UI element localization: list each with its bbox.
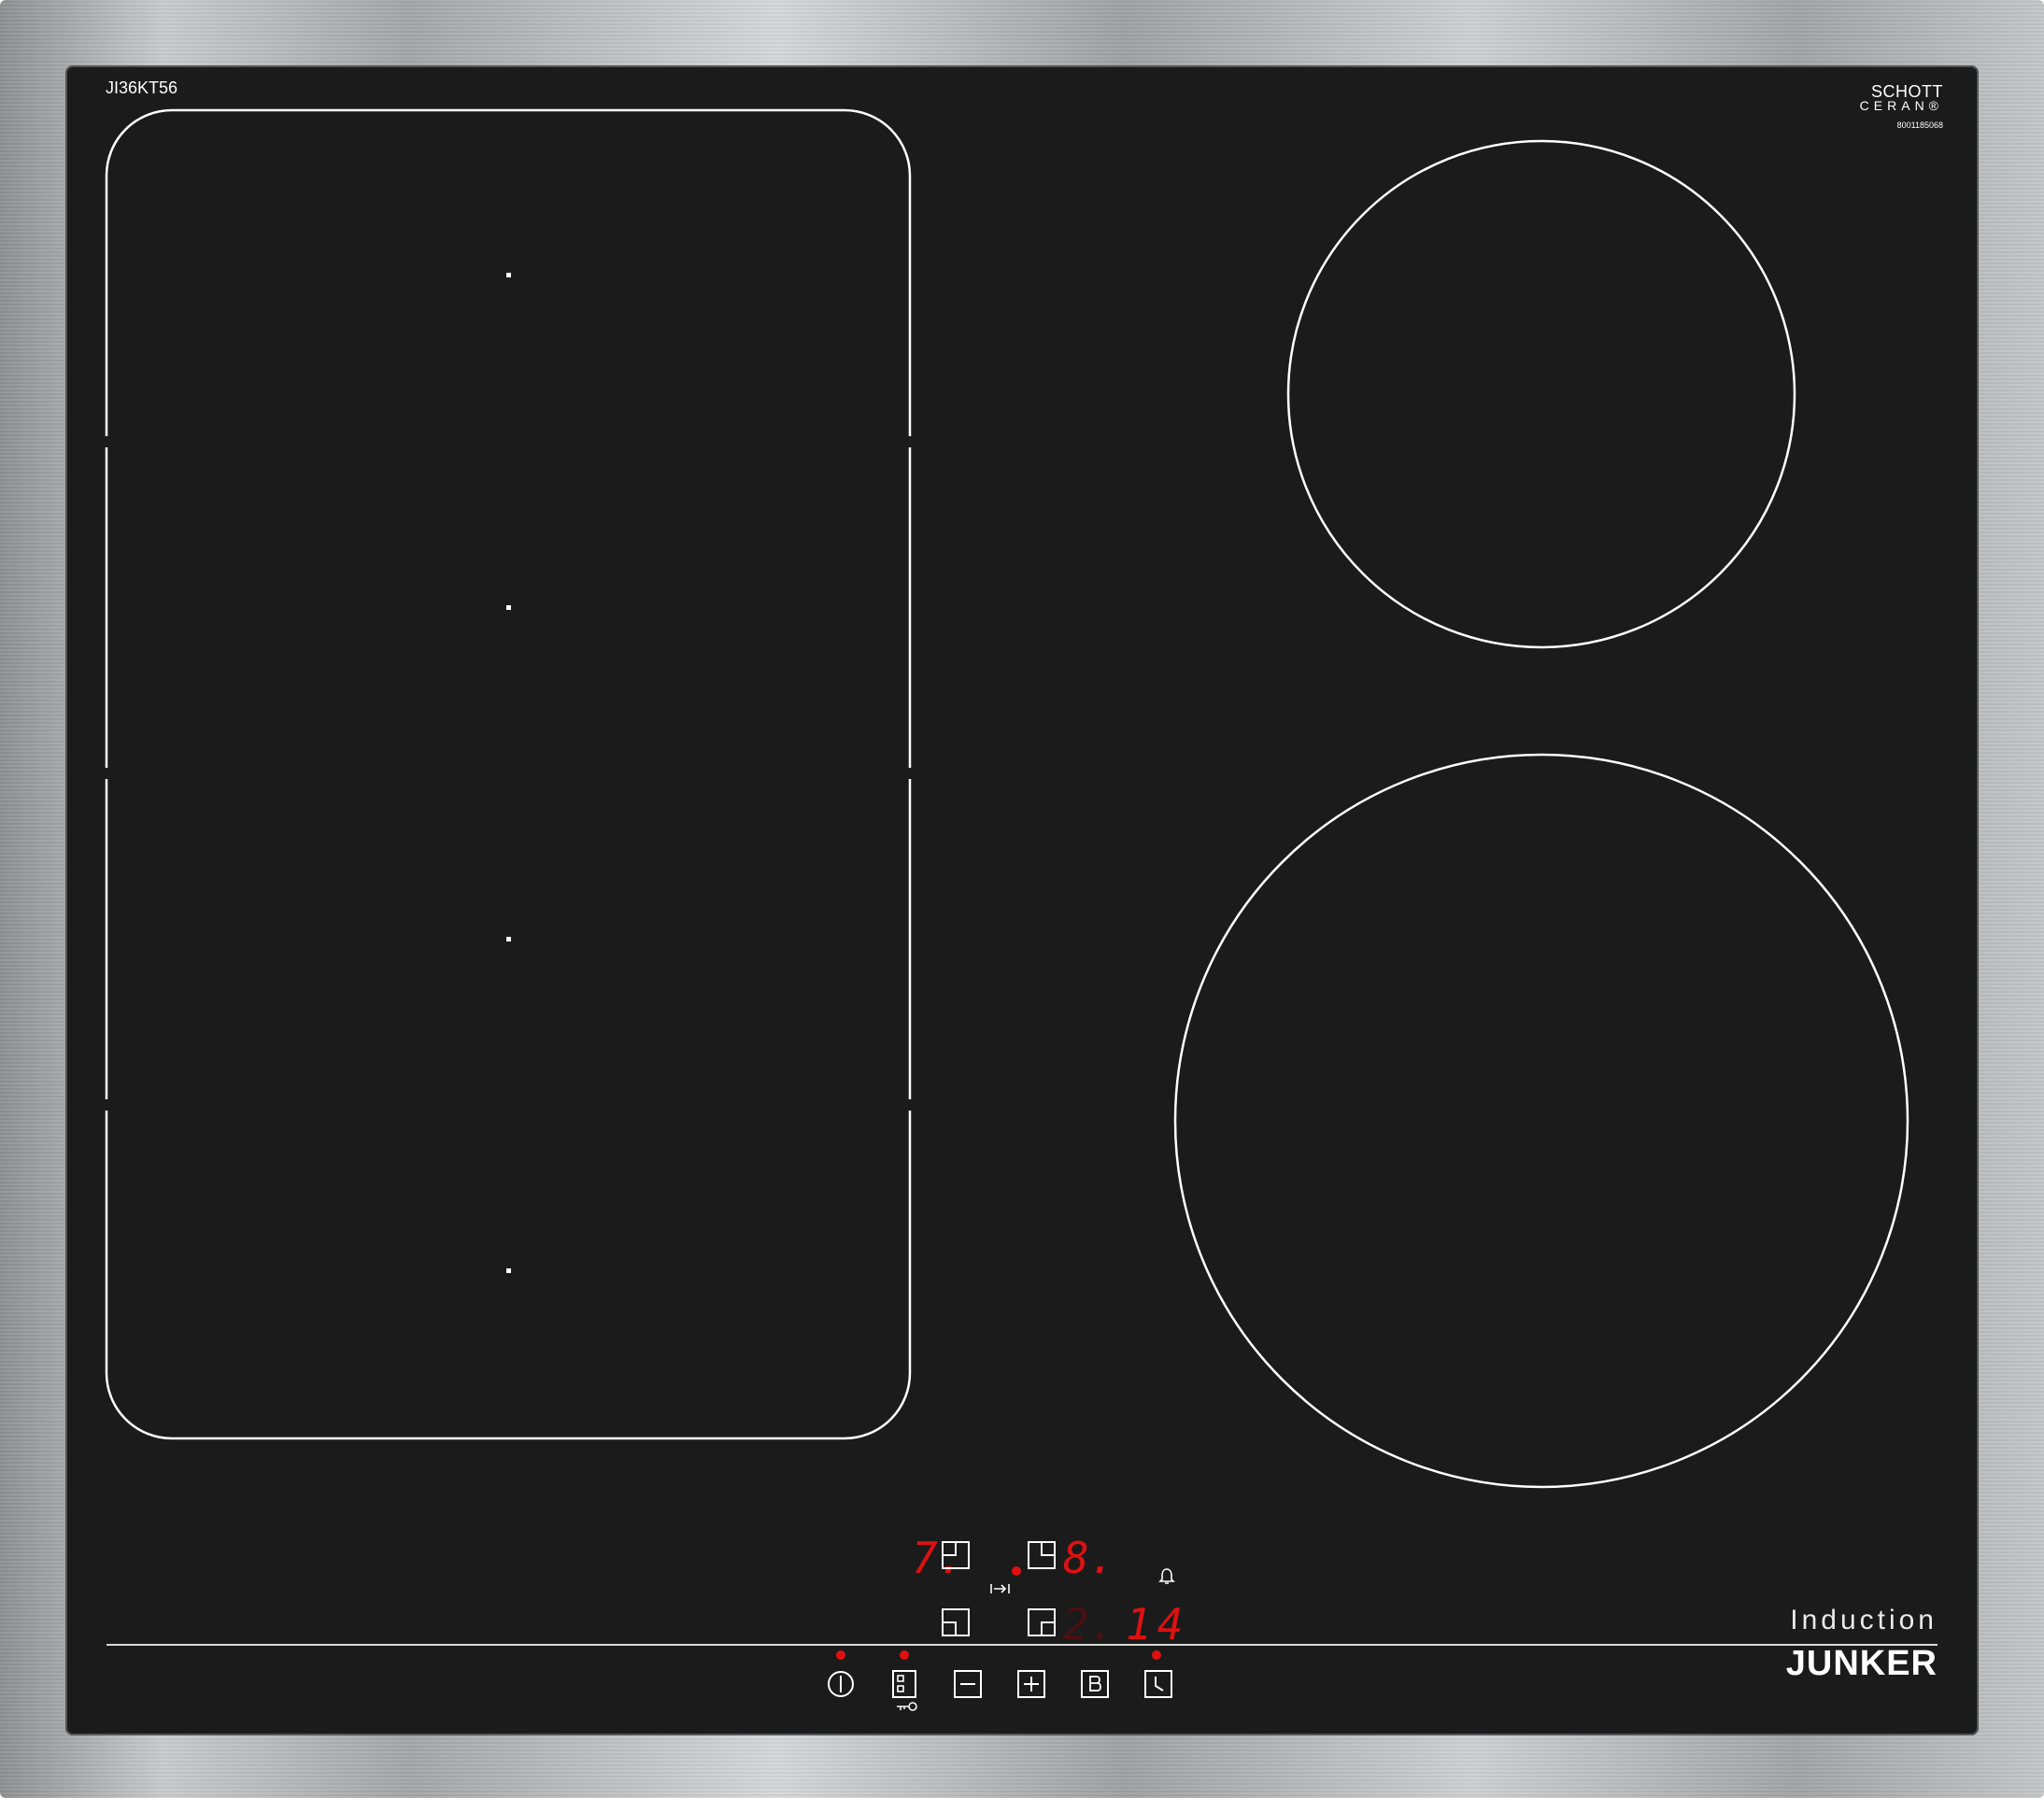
flex-zone-dividers <box>104 436 913 1111</box>
rear-right-level-display: 8. <box>1063 1533 1115 1583</box>
zone-rear-left-icon[interactable] <box>942 1541 970 1569</box>
rear-right-zone[interactable] <box>1286 139 1796 649</box>
zone-marker <box>506 937 511 941</box>
serial-number: 8001185068 <box>1896 120 1943 130</box>
front-right-zone[interactable] <box>1173 753 1909 1489</box>
key-icon <box>896 1700 918 1711</box>
ceramic-glass-cooktop: JI36KT56 SCHOTT CERAN® 8001185068 7. 8. … <box>65 65 1979 1735</box>
boost-button[interactable] <box>1081 1670 1109 1698</box>
boost-icon <box>1081 1670 1109 1698</box>
childlock-icon <box>892 1670 916 1698</box>
induction-label: Induction <box>1790 1605 1938 1635</box>
flex-induction-zone[interactable] <box>105 108 912 1440</box>
glass-logo: SCHOTT CERAN® 8001185068 <box>1831 82 1943 130</box>
glass-brand-line2: CERAN® <box>1859 98 1943 113</box>
plus-icon <box>1017 1670 1045 1698</box>
cooking-zones <box>104 108 1938 1646</box>
zone-front-left-icon[interactable] <box>942 1608 970 1636</box>
move-function-icon <box>990 1582 1011 1595</box>
power-button[interactable] <box>827 1670 855 1698</box>
plus-button[interactable] <box>1017 1670 1045 1698</box>
power-icon <box>828 1671 854 1697</box>
minus-icon <box>954 1670 982 1698</box>
zone-front-right-icon[interactable] <box>1028 1608 1056 1636</box>
front-right-level-display: 2. <box>1063 1599 1115 1649</box>
minus-button[interactable] <box>954 1670 982 1698</box>
zone-rear-right-icon[interactable] <box>1028 1541 1056 1569</box>
flex-zone-markers <box>506 273 511 1273</box>
power-led <box>836 1650 845 1660</box>
bell-icon <box>1158 1567 1175 1586</box>
childlock-led <box>900 1650 909 1660</box>
model-number: JI36KT56 <box>106 78 178 97</box>
zone-marker <box>506 273 511 277</box>
timer-led <box>1152 1650 1161 1660</box>
brand-logo: JUNKER <box>1785 1644 1938 1683</box>
timer-display: 14 <box>1126 1599 1189 1649</box>
zone-marker <box>506 605 511 610</box>
timer-button[interactable] <box>1144 1670 1172 1698</box>
zone-marker <box>506 1268 511 1273</box>
childlock-button[interactable] <box>890 1670 918 1698</box>
move-led <box>1012 1566 1021 1576</box>
clock-icon <box>1144 1670 1172 1698</box>
